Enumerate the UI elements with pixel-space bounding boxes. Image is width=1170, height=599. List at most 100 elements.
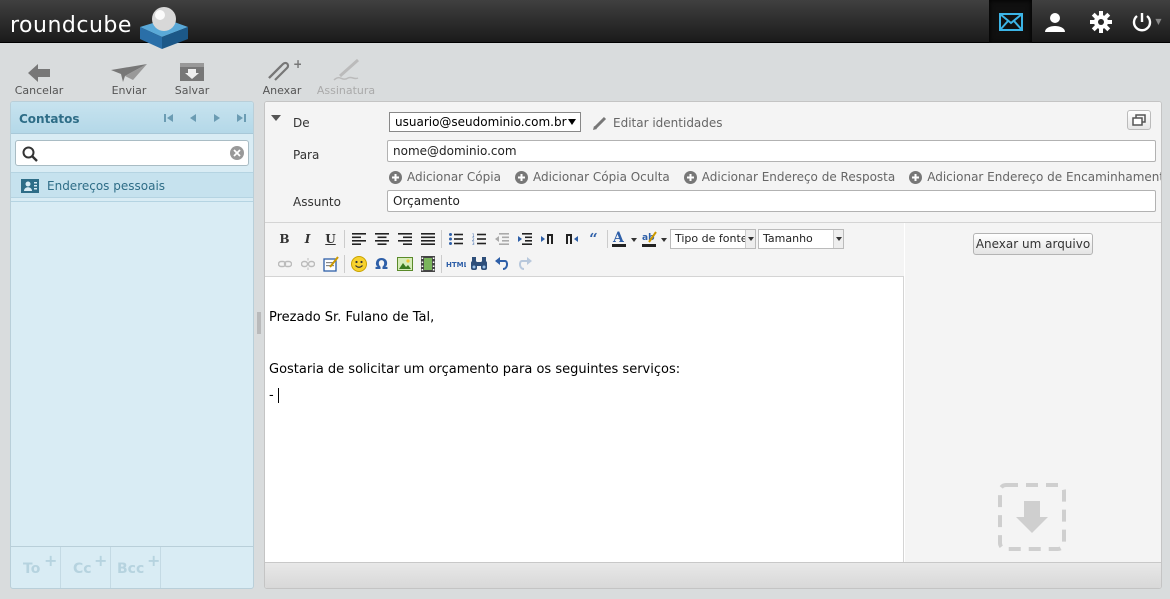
mail-icon: [998, 12, 1023, 31]
contacts-nav-button[interactable]: [1032, 0, 1078, 43]
subject-label: Assunto: [293, 195, 341, 209]
add-bcc-button[interactable]: Bcc +: [111, 547, 161, 588]
recipient-buttons: To + Cc + Bcc +: [11, 546, 253, 588]
contacts-icon: [1045, 12, 1065, 32]
first-page-icon[interactable]: [163, 113, 175, 123]
add-reply-to-link[interactable]: Adicionar Endereço de Resposta: [683, 170, 895, 184]
attach-file-button[interactable]: Anexar um arquivo: [973, 233, 1093, 255]
redo-icon[interactable]: [513, 254, 536, 274]
add-cc-link[interactable]: Adicionar Cópia: [389, 170, 501, 184]
collapse-headers-icon[interactable]: [271, 114, 281, 122]
add-bcc-link[interactable]: Adicionar Cópia Oculta: [514, 170, 670, 184]
background-color-icon[interactable]: ab: [640, 229, 670, 249]
plus-circle-icon: [514, 170, 528, 184]
plus-circle-icon: [683, 170, 697, 184]
insert-media-icon[interactable]: [416, 254, 439, 274]
compose-footer: [265, 562, 1161, 588]
panel-splitter[interactable]: [257, 312, 261, 334]
top-bar: roundcube ▼: [0, 0, 1170, 49]
special-character-icon[interactable]: Ω: [370, 254, 393, 274]
popout-button[interactable]: [1127, 110, 1151, 130]
next-page-icon[interactable]: [211, 113, 223, 123]
search-replace-icon[interactable]: [467, 254, 490, 274]
save-button[interactable]: Salvar: [172, 58, 212, 97]
bold-icon[interactable]: B: [273, 229, 296, 249]
subject-input[interactable]: [387, 190, 1156, 212]
underline-icon[interactable]: U: [319, 229, 342, 249]
send-icon: [111, 64, 147, 82]
add-to-button[interactable]: To +: [11, 547, 61, 588]
italic-icon[interactable]: I: [296, 229, 319, 249]
align-justify-icon[interactable]: [416, 229, 439, 249]
message-editor: B I U 123 “ A ab Tipo de fonte Tamanho Ω…: [265, 223, 904, 562]
insert-image-icon[interactable]: [393, 254, 416, 274]
address-book-icon: [21, 179, 39, 193]
add-followup-to-link[interactable]: Adicionar Endereço de Encaminhamento: [909, 170, 1162, 184]
body-line-with-cursor: - ​: [269, 383, 889, 409]
popout-window-icon: [1132, 114, 1146, 126]
previous-page-icon[interactable]: [187, 113, 199, 123]
settings-icon: [1090, 10, 1112, 33]
to-input[interactable]: [387, 140, 1156, 162]
html-source-icon[interactable]: HTML: [444, 254, 467, 274]
address-book-item[interactable]: Endereços pessoais: [11, 172, 253, 198]
contacts-search-input[interactable]: [42, 144, 222, 162]
align-center-icon[interactable]: [370, 229, 393, 249]
search-icon[interactable]: [22, 146, 38, 162]
bullet-list-icon[interactable]: [444, 229, 467, 249]
indent-icon[interactable]: [513, 229, 536, 249]
compose-toolbar: Cancelar Enviar Salvar + Anexar Assinatu…: [0, 44, 1170, 98]
body-line: Gostaria de solicitar um orçamento para …: [269, 362, 681, 377]
address-book-label: Endereços pessoais: [47, 179, 166, 193]
outdent-icon[interactable]: [490, 229, 513, 249]
editor-toolbar-row-1: B I U 123 “ A ab Tipo de fonte Tamanho: [273, 228, 846, 250]
edit-identities-label: Editar identidades: [613, 116, 723, 130]
clear-search-icon[interactable]: [230, 146, 244, 160]
attach-label: Anexar: [262, 84, 302, 97]
signature-button[interactable]: Assinatura: [316, 58, 376, 97]
toolbar-separator: [607, 230, 608, 248]
add-cc-link-label: Adicionar Cópia: [407, 170, 501, 184]
send-label: Enviar: [111, 84, 147, 97]
align-right-icon[interactable]: [393, 229, 416, 249]
add-to-label: To: [23, 561, 41, 577]
send-button[interactable]: Enviar: [108, 58, 150, 97]
align-left-icon[interactable]: [347, 229, 370, 249]
contacts-search-box: [15, 140, 249, 166]
blockquote-icon[interactable]: “: [582, 229, 605, 249]
cancel-button[interactable]: Cancelar: [14, 58, 64, 97]
svg-text:3: 3: [472, 241, 475, 245]
from-value: usuario@seudominio.com.br: [395, 115, 567, 129]
message-body[interactable]: Prezado Sr. Fulano de Tal, Gostaria de s…: [269, 305, 889, 409]
edit-html-icon[interactable]: [319, 254, 342, 274]
toolbar-separator: [344, 255, 345, 273]
add-cc-button[interactable]: Cc +: [61, 547, 111, 588]
attach-button[interactable]: + Anexar: [260, 58, 304, 97]
undo-icon[interactable]: [490, 254, 513, 274]
from-select[interactable]: usuario@seudominio.com.br: [389, 112, 581, 132]
toolbar-separator: [441, 255, 442, 273]
font-size-select[interactable]: Tamanho: [758, 229, 844, 249]
edit-identities-link[interactable]: Editar identidades: [593, 116, 723, 130]
font-family-select[interactable]: Tipo de fonte: [670, 229, 756, 249]
link-icon[interactable]: [273, 254, 296, 274]
settings-nav-button[interactable]: [1078, 0, 1124, 43]
logout-nav-button[interactable]: ▼: [1124, 0, 1170, 43]
logout-icon: [1133, 12, 1152, 31]
drop-zone-icon[interactable]: [998, 483, 1066, 551]
ltr-icon[interactable]: [536, 229, 559, 249]
mail-nav-button[interactable]: [989, 0, 1032, 43]
emoticon-icon[interactable]: [347, 254, 370, 274]
last-page-icon[interactable]: [235, 113, 247, 123]
text-color-icon[interactable]: A: [610, 229, 640, 249]
unlink-icon[interactable]: [296, 254, 319, 274]
contacts-pager: [163, 113, 247, 123]
add-header-links: Adicionar Cópia Adicionar Cópia Oculta A…: [389, 170, 1162, 184]
rtl-icon[interactable]: [559, 229, 582, 249]
numbered-list-icon[interactable]: 123: [467, 229, 490, 249]
add-followup-to-link-label: Adicionar Endereço de Encaminhamento: [927, 170, 1162, 184]
contacts-header: Contatos: [11, 102, 253, 134]
attachments-pane: Anexar um arquivo: [905, 223, 1161, 562]
body-line: [269, 331, 889, 357]
chevron-down-icon: [568, 119, 576, 125]
